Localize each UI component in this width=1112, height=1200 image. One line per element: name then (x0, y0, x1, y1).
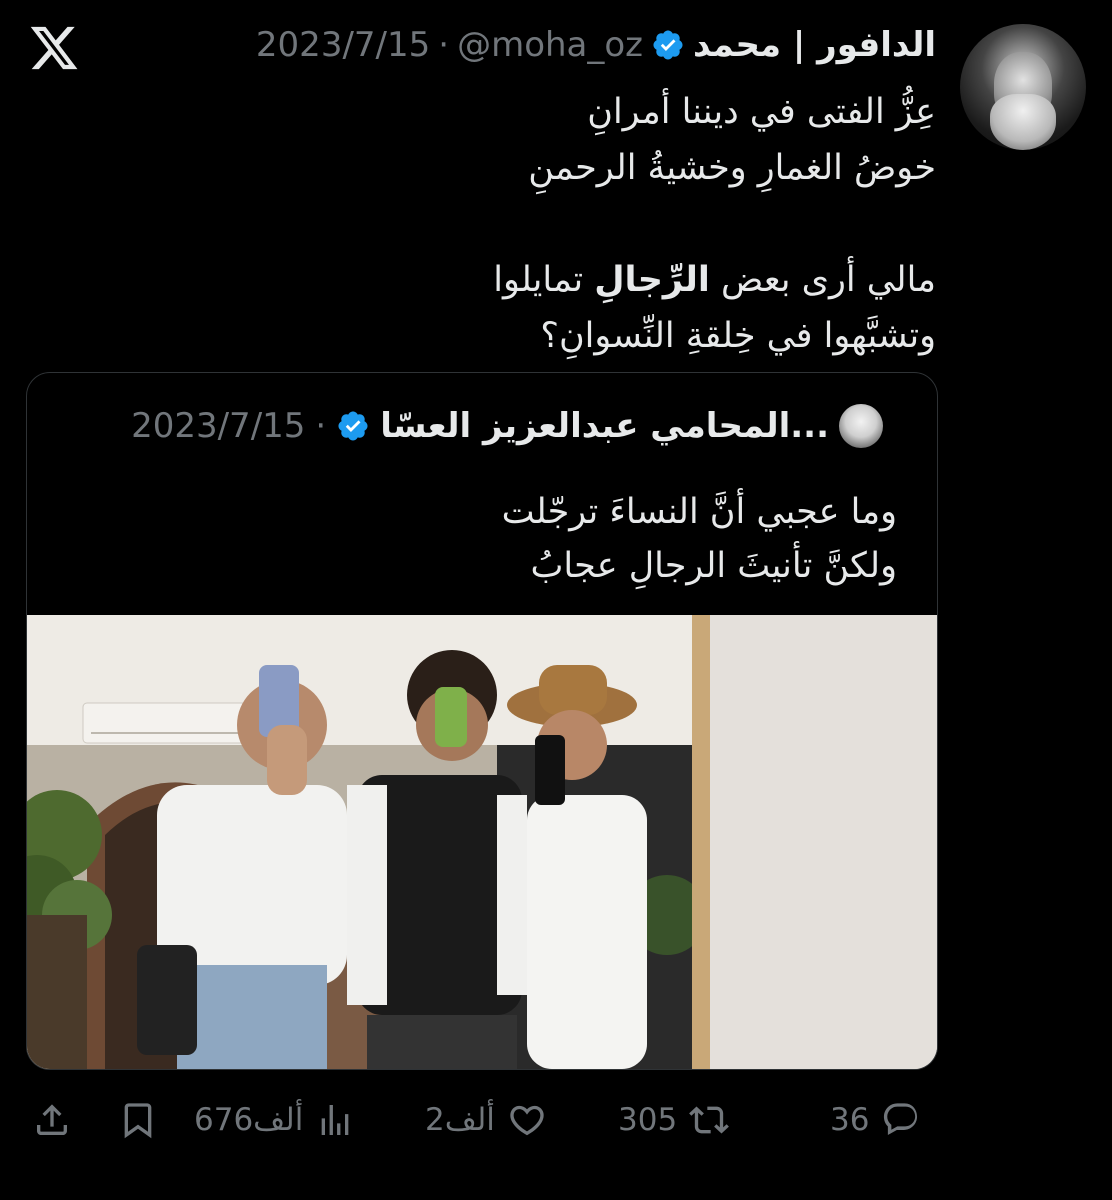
author-handle[interactable]: @moha_oz (457, 25, 643, 65)
tweet-blank-line (136, 196, 936, 252)
share-button[interactable] (32, 1092, 72, 1148)
quoted-tweet-date[interactable]: 2023/7/15 (131, 406, 305, 446)
views-count: 676ألف (194, 1102, 304, 1138)
mirror-selfie-image (27, 615, 937, 1069)
views-button[interactable]: 676ألف (194, 1092, 355, 1148)
reply-button[interactable]: 36 (830, 1092, 921, 1148)
tweet-line: عِزُّ الفتى في ديننا أمرانِ (587, 92, 936, 132)
verified-badge-icon (338, 411, 368, 441)
like-count: 2ألف (425, 1102, 495, 1138)
tweet-line: مالي أرى بعض الرِّجالِ تمايلوا (493, 260, 936, 300)
quoted-tweet-text: وما عجبي أنَّ النساءَ ترجّلت ولكنَّ تأني… (97, 485, 897, 593)
heart-icon (510, 1105, 544, 1136)
verified-badge-icon (653, 30, 683, 60)
retweet-icon (689, 1106, 730, 1134)
quoted-author-name[interactable]: المحامي عبدالعزيز العسّا... (380, 406, 829, 446)
tweet-line: وتشبَّهوا في خِلقةِ النِّسوانِ؟ (540, 316, 936, 356)
like-button[interactable]: 2ألف (425, 1092, 547, 1148)
retweet-button[interactable]: 305 (618, 1092, 730, 1148)
quoted-line: وما عجبي أنَّ النساءَ ترجّلت (501, 492, 897, 532)
header-separator: · (438, 25, 450, 65)
quoted-header-separator: · (315, 406, 327, 446)
bookmark-button[interactable] (118, 1092, 158, 1148)
tweet-date[interactable]: 2023/7/15 (256, 25, 430, 65)
tweet-header: الدافور | محمد @moha_oz · 2023/7/15 (256, 20, 936, 70)
reply-count: 36 (830, 1102, 870, 1138)
author-avatar[interactable] (960, 24, 1086, 150)
retweet-count: 305 (618, 1102, 678, 1138)
quoted-tweet-photo[interactable] (27, 615, 937, 1069)
quoted-tweet-header: المحامي عبدالعزيز العسّا... · 2023/7/15 (131, 401, 883, 451)
quoted-line: ولكنَّ تأنيثَ الرجالِ عجابُ (530, 546, 897, 586)
avatar-beard (990, 94, 1056, 150)
reply-icon (884, 1103, 918, 1135)
author-name[interactable]: الدافور | محمد (693, 25, 936, 65)
bookmark-icon (124, 1103, 152, 1139)
quoted-tweet[interactable]: المحامي عبدالعزيز العسّا... · 2023/7/15 … (26, 372, 938, 1070)
views-icon (321, 1105, 349, 1135)
tweet-text: عِزُّ الفتى في ديننا أمرانِ خوضُ الغمارِ… (136, 84, 936, 364)
tweet-action-bar: 36 305 2ألف 676ألف (0, 1092, 1112, 1148)
x-logo-icon[interactable] (28, 22, 80, 74)
tweet-line: خوضُ الغمارِ وخشيةُ الرحمنِ (528, 148, 936, 188)
share-icon (37, 1104, 67, 1135)
quoted-author-avatar[interactable] (839, 404, 883, 448)
